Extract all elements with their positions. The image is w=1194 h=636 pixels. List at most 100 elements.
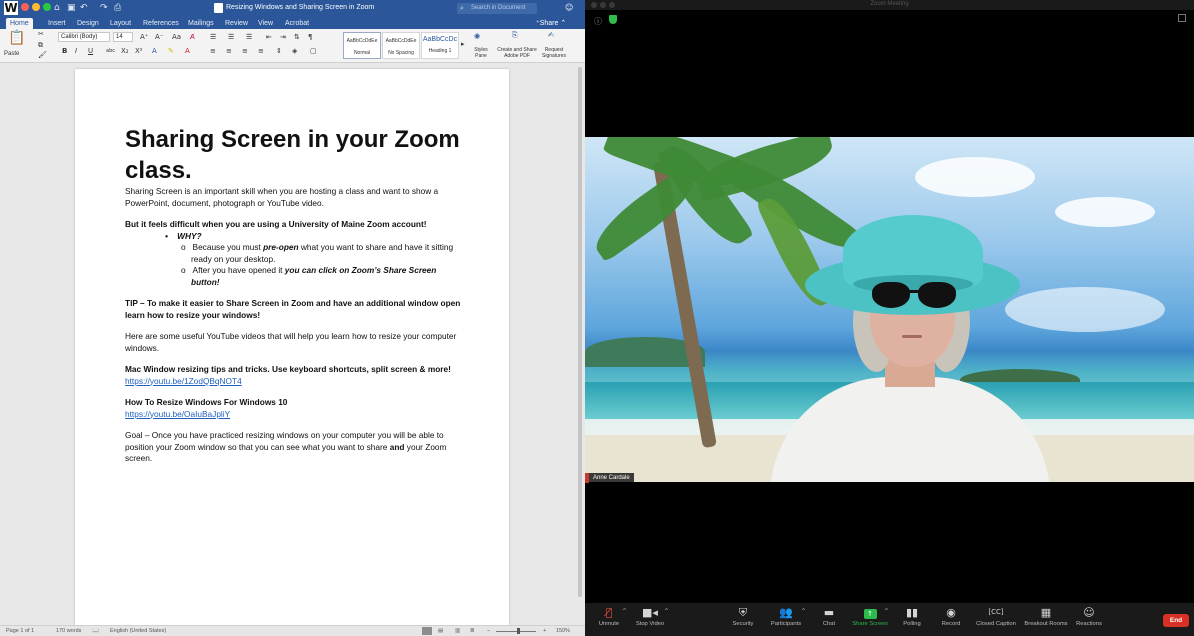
align-right-icon[interactable]: ≡ — [242, 46, 248, 56]
justify-icon[interactable]: ≡ — [258, 46, 264, 56]
request-signatures-button[interactable]: Request Signatures — [539, 47, 569, 59]
participants-button[interactable]: 👥 Participants — [768, 603, 804, 636]
sort-icon[interactable]: ⇅ — [294, 32, 300, 42]
grow-font-icon[interactable]: A⁺ — [140, 32, 148, 42]
word-search-input[interactable]: ⌕ Search in Document — [457, 3, 537, 14]
outline-view-icon[interactable]: ▥ — [455, 628, 460, 634]
document-canvas[interactable]: Sharing Screen in your Zoom class. Shari… — [0, 63, 585, 625]
zoom-level[interactable]: 150% — [556, 628, 570, 634]
line-spacing-icon[interactable]: ⇕ — [276, 46, 282, 56]
style-normal[interactable]: AaBbCcDdEe Normal — [343, 32, 381, 59]
vertical-scrollbar[interactable] — [577, 63, 583, 603]
focus-icon[interactable]: ≣ — [470, 628, 475, 634]
zoom-slider[interactable] — [496, 631, 536, 632]
home-icon[interactable]: ⌂ — [54, 3, 60, 13]
text-effects-icon[interactable]: A — [152, 46, 157, 56]
meeting-info-icon[interactable]: ⓘ — [594, 16, 602, 27]
clear-formatting-icon[interactable]: A̸ — [190, 32, 195, 42]
italic-icon[interactable]: I — [75, 46, 77, 56]
font-color-icon[interactable]: A — [185, 46, 190, 56]
video-options-caret-icon[interactable]: ^ — [664, 608, 669, 615]
font-name-select[interactable]: Calibri (Body) — [58, 32, 110, 42]
tab-review[interactable]: Review — [225, 18, 248, 29]
save-icon[interactable]: ▣ — [67, 3, 76, 13]
multilevel-list-icon[interactable]: ☰ — [246, 32, 252, 42]
create-share-pdf-button[interactable]: Create and Share Adobe PDF — [495, 47, 539, 59]
closed-caption-button[interactable]: [CC] Closed Caption — [973, 603, 1019, 636]
strikethrough-icon[interactable]: abc — [106, 46, 115, 56]
request-signatures-icon[interactable]: ✍ — [548, 30, 554, 40]
shrink-font-icon[interactable]: A⁻ — [155, 32, 163, 42]
cut-icon[interactable]: ✂ — [38, 29, 44, 39]
superscript-icon[interactable]: X² — [135, 46, 143, 56]
copy-icon[interactable]: ⧉ — [38, 40, 43, 50]
tab-layout[interactable]: Layout — [110, 18, 131, 29]
shading-icon[interactable]: ◈ — [292, 46, 297, 56]
tab-insert[interactable]: Insert — [48, 18, 66, 29]
tab-view[interactable]: View — [258, 18, 273, 29]
bold-icon[interactable]: B — [62, 46, 67, 56]
decrease-indent-icon[interactable]: ⇤ — [266, 32, 272, 42]
style-heading-1[interactable]: AaBbCcDc Heading 1 — [421, 32, 459, 59]
styles-pane-icon[interactable]: ◉ — [474, 31, 480, 41]
zoom-in-icon[interactable]: + — [543, 628, 546, 634]
breakout-rooms-button[interactable]: ▦ Breakout Rooms — [1023, 603, 1069, 636]
tab-design[interactable]: Design — [77, 18, 99, 29]
increase-indent-icon[interactable]: ⇥ — [280, 32, 286, 42]
reactions-button[interactable]: ☺ Reactions — [1074, 603, 1104, 636]
paste-icon[interactable]: 📋 — [8, 30, 25, 46]
tab-acrobat[interactable]: Acrobat — [285, 18, 309, 29]
security-button[interactable]: ⛨ Security — [729, 603, 757, 636]
share-options-caret-icon[interactable]: ^ — [884, 608, 889, 615]
align-center-icon[interactable]: ≡ — [226, 46, 232, 56]
mac-video-link[interactable]: https://youtu.be/1ZodQBqNOT4 — [125, 376, 465, 388]
font-size-select[interactable]: 14 — [113, 32, 133, 42]
print-icon[interactable]: ⎙ — [114, 3, 121, 13]
document-page[interactable]: Sharing Screen in your Zoom class. Shari… — [75, 69, 509, 625]
end-meeting-button[interactable]: End — [1163, 614, 1189, 627]
participant-video[interactable] — [585, 137, 1194, 482]
page-count[interactable]: Page 1 of 1 — [6, 628, 34, 634]
bullets-icon[interactable]: ☰ — [210, 32, 216, 42]
tab-mailings[interactable]: Mailings — [188, 18, 214, 29]
styles-more-icon[interactable]: ▸ — [461, 39, 465, 49]
web-layout-icon[interactable]: ▤ — [438, 628, 443, 634]
underline-icon[interactable]: U — [88, 46, 93, 56]
close-window-icon[interactable] — [21, 3, 29, 11]
encryption-shield-icon[interactable] — [609, 15, 617, 24]
minimize-window-icon[interactable] — [32, 3, 40, 11]
feedback-smiley-icon[interactable]: ☺ — [565, 3, 573, 12]
change-case-icon[interactable]: Aa — [172, 32, 181, 42]
zoom-slider-thumb[interactable] — [517, 628, 520, 634]
print-layout-icon[interactable] — [422, 627, 432, 635]
format-painter-icon[interactable]: 🖌 — [38, 50, 47, 60]
record-button[interactable]: ◉ Record — [938, 603, 964, 636]
numbering-icon[interactable]: ☰ — [228, 32, 234, 42]
word-count[interactable]: 170 words — [56, 628, 81, 634]
tab-references[interactable]: References — [143, 18, 179, 29]
language[interactable]: English (United States) — [110, 628, 166, 634]
maximize-window-icon[interactable] — [43, 3, 51, 11]
zoom-out-icon[interactable]: − — [487, 628, 490, 634]
document-body[interactable]: Sharing Screen in your Zoom class. Shari… — [125, 124, 465, 465]
subscript-icon[interactable]: X₂ — [121, 46, 129, 56]
show-formatting-icon[interactable]: ¶ — [308, 32, 312, 42]
participants-caret-icon[interactable]: ^ — [801, 608, 806, 615]
borders-icon[interactable]: ▢ — [310, 46, 317, 56]
share-button[interactable]: ⁺Share ⌃ — [536, 18, 566, 29]
unmute-button[interactable]: 🎙̸ Unmute — [595, 603, 623, 636]
scrollbar-thumb[interactable] — [578, 67, 582, 597]
proofing-icon[interactable]: 📖 — [92, 628, 99, 634]
highlight-icon[interactable]: ✎ — [168, 46, 174, 56]
stop-video-button[interactable]: ■◂ Stop Video — [633, 603, 667, 636]
tab-home[interactable]: Home — [6, 18, 33, 29]
undo-icon[interactable]: ↶ — [80, 3, 88, 13]
chat-button[interactable]: ▬ Chat — [819, 603, 839, 636]
paste-button[interactable]: Paste — [4, 51, 19, 57]
create-pdf-icon[interactable]: ⎘ — [512, 30, 518, 40]
styles-pane-button[interactable]: Styles Pane — [470, 47, 492, 59]
fullscreen-icon[interactable] — [1178, 14, 1186, 22]
align-left-icon[interactable]: ≡ — [210, 46, 216, 56]
audio-options-caret-icon[interactable]: ^ — [622, 608, 627, 615]
style-no-spacing[interactable]: AaBbCcDdEe No Spacing — [382, 32, 420, 59]
